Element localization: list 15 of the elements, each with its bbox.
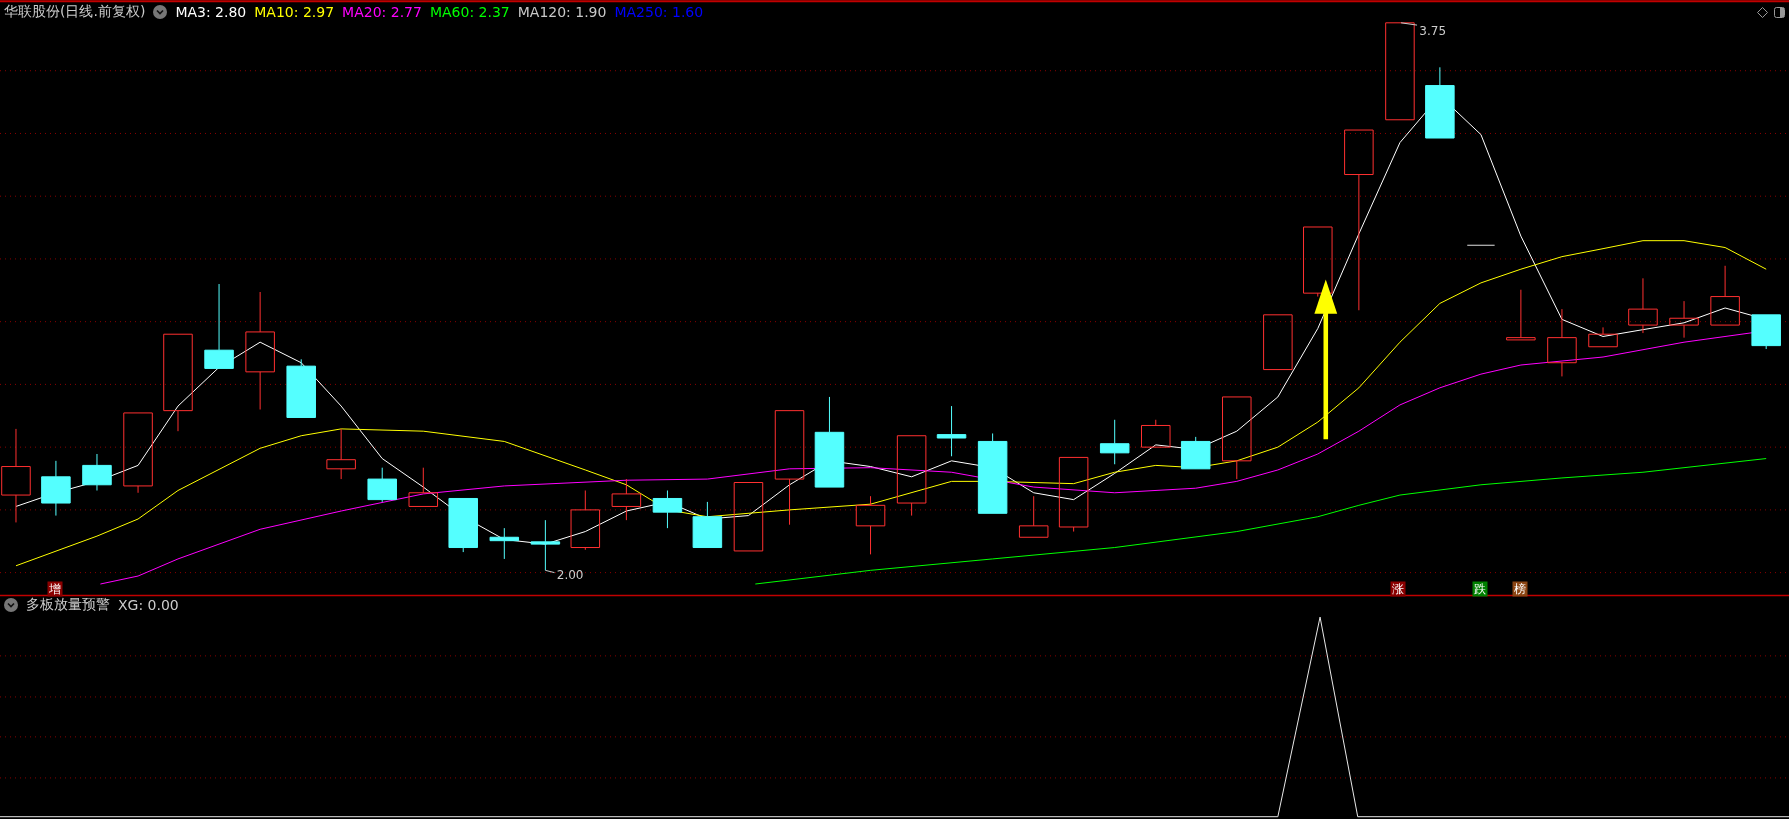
signal-marker: 增 bbox=[47, 581, 63, 597]
moving-average-value: MA10: 2.97 bbox=[254, 4, 335, 20]
signal-marker: 涨 bbox=[1390, 581, 1406, 597]
signal-marker: 榜 bbox=[1512, 581, 1528, 597]
moving-average-value: MA120: 1.90 bbox=[517, 4, 607, 20]
indicator-title: 多板放量预警 bbox=[26, 595, 110, 614]
signal-marker: 跌 bbox=[1472, 581, 1488, 597]
price-label: 3.75 bbox=[1419, 23, 1447, 38]
price-label: 2.00 bbox=[556, 567, 584, 582]
stock-title: 华联股份(日线.前复权) bbox=[4, 3, 146, 21]
moving-average-value: MA20: 2.77 bbox=[342, 4, 422, 20]
moving-average-value: MA60: 2.37 bbox=[429, 4, 510, 20]
indicator-value: XG: 0.00 bbox=[118, 596, 179, 613]
moving-average-value: MA250: 1.60 bbox=[614, 4, 704, 20]
moving-average-value: MA3: 2.80 bbox=[175, 4, 247, 20]
